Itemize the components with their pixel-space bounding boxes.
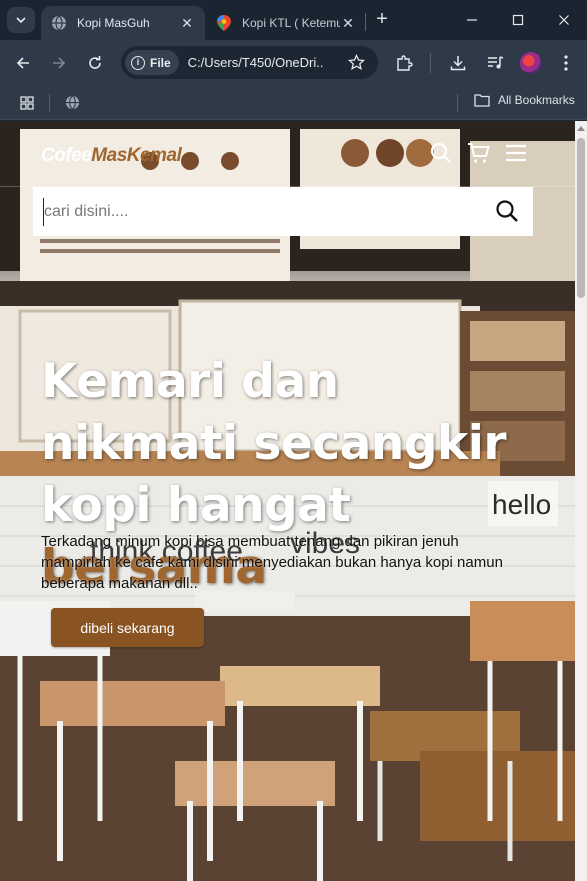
search-icon[interactable]: [429, 141, 453, 165]
apps-grid-icon[interactable]: [20, 96, 34, 110]
tab-kopi-ktl[interactable]: Kopi KTL ( Ketemu ✕: [206, 6, 366, 40]
download-icon: [450, 56, 466, 71]
logo-text-accent: MasKemal: [91, 145, 182, 166]
hamburger-menu-icon[interactable]: [504, 141, 528, 165]
maximize-button[interactable]: [506, 8, 530, 32]
address-bar[interactable]: i File C:/Users/T450/OneDri...: [121, 46, 378, 79]
close-tab-icon[interactable]: ✕: [340, 15, 356, 31]
media-controls-button[interactable]: [483, 51, 507, 75]
site-info-chip[interactable]: i File: [125, 50, 179, 75]
search-input[interactable]: [43, 197, 483, 226]
chevron-down-icon: [16, 17, 26, 24]
tab-kopi-masguh[interactable]: Kopi MasGuh ✕: [41, 6, 205, 40]
extensions-button[interactable]: [392, 51, 416, 75]
hero-heading-main: Kemari dan nikmati secangkir kopi hangat: [41, 354, 507, 533]
bookmark-divider: [457, 94, 458, 112]
site-navbar: CofeeMasKemal: [0, 121, 575, 187]
browser-tab-strip: Kopi MasGuh ✕ Kopi KTL ( Ketemu ✕ +: [0, 0, 587, 40]
maximize-icon: [512, 14, 524, 26]
scroll-up-arrow-icon[interactable]: [577, 126, 585, 131]
url-text[interactable]: C:/Users/T450/OneDri...: [188, 55, 324, 70]
close-icon: [559, 15, 569, 25]
scrollbar-thumb[interactable]: [577, 138, 585, 298]
page-scrollbar[interactable]: [575, 121, 587, 881]
profile-avatar[interactable]: [520, 52, 542, 74]
site-logo[interactable]: CofeeMasKemal: [41, 145, 182, 167]
globe-icon[interactable]: [65, 95, 80, 110]
tab-title: Kopi KTL ( Ketemu: [242, 16, 340, 30]
buy-now-button[interactable]: dibeli sekarang: [51, 608, 204, 647]
downloads-button[interactable]: [446, 51, 470, 75]
logo-text-primary: Cofee: [41, 145, 92, 166]
toolbar-divider: [430, 53, 431, 73]
globe-icon: [51, 15, 67, 31]
all-bookmarks-button[interactable]: All Bookmarks: [474, 93, 575, 107]
all-bookmarks-label: All Bookmarks: [498, 93, 575, 107]
playlist-music-icon: [488, 56, 504, 69]
tab-divider: [365, 13, 366, 31]
arrow-right-icon: [53, 57, 66, 69]
bookmark-divider: [49, 94, 50, 112]
bookmark-star-icon[interactable]: [348, 54, 365, 71]
browser-toolbar: i File C:/Users/T450/OneDri...: [0, 40, 587, 86]
close-window-button[interactable]: [552, 8, 576, 32]
folder-icon: [474, 94, 490, 107]
bookmarks-bar: All Bookmarks: [0, 86, 587, 120]
close-tab-icon[interactable]: ✕: [179, 15, 195, 31]
minimize-icon: [467, 19, 477, 21]
more-vertical-icon: [564, 55, 568, 71]
minimize-button[interactable]: [460, 8, 484, 32]
new-tab-button[interactable]: +: [370, 9, 394, 31]
reload-icon: [89, 56, 101, 69]
info-icon: i: [131, 55, 145, 70]
puzzle-icon: [397, 55, 413, 71]
page-viewport: hello think coffee vibes CofeeMasKemal K…: [0, 121, 575, 881]
tab-title: Kopi MasGuh: [77, 16, 150, 30]
tab-search-button[interactable]: [7, 7, 35, 33]
arrow-left-icon: [16, 57, 29, 69]
reload-button[interactable]: [83, 51, 107, 75]
forward-button[interactable]: [47, 51, 71, 75]
site-info-label: File: [150, 55, 171, 70]
shopping-cart-icon[interactable]: [467, 141, 491, 165]
hero-description: Terkadang minum kopi bisa membuat tenang…: [41, 533, 503, 592]
site-search-form: [33, 187, 533, 236]
back-button[interactable]: [11, 51, 35, 75]
search-submit-icon[interactable]: [495, 199, 519, 223]
map-pin-icon: [216, 15, 232, 31]
browser-menu-button[interactable]: [554, 51, 578, 75]
